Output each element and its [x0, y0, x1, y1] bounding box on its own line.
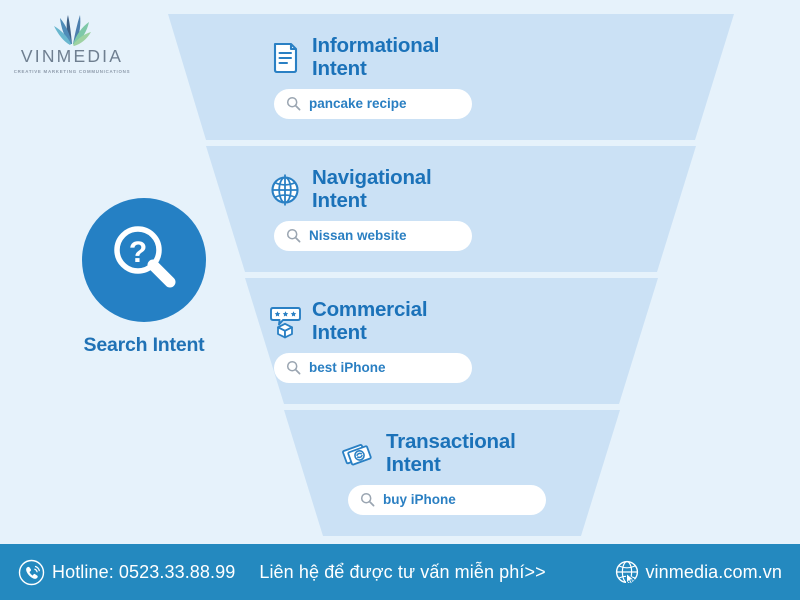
search-query-box[interactable]: pancake recipe — [274, 88, 472, 119]
segment-title: Transactional Intent — [386, 430, 516, 476]
phone-call-icon — [18, 559, 45, 586]
search-query-text: best iPhone — [309, 360, 386, 376]
segment-title: Informational Intent — [312, 34, 440, 80]
search-query-text: buy iPhone — [383, 492, 456, 508]
search-icon — [360, 492, 375, 507]
search-query-box[interactable]: buy iPhone — [348, 484, 546, 515]
box-star-rating-icon — [268, 305, 302, 339]
footer-website[interactable]: vinmedia.com.vn — [614, 559, 782, 586]
magnifier-question-icon: ? — [104, 218, 184, 303]
document-lines-icon — [268, 41, 302, 75]
search-query-text: Nissan website — [309, 228, 407, 244]
website-text: vinmedia.com.vn — [645, 561, 782, 582]
search-query-box[interactable]: best iPhone — [274, 352, 472, 383]
search-query-text: pancake recipe — [309, 96, 407, 112]
globe-icon — [268, 173, 302, 207]
search-icon — [286, 96, 301, 111]
search-intent-circle: ? — [82, 198, 206, 322]
funnel-segment-commercial[interactable]: Commercial Intent best iPhone — [245, 278, 658, 404]
search-query-box[interactable]: Nissan website — [274, 220, 472, 251]
segment-title: Commercial Intent — [312, 298, 428, 344]
svg-text:?: ? — [129, 236, 147, 269]
search-intent-badge: ? Search Intent — [80, 198, 208, 357]
footer-hotline[interactable]: Hotline: 0523.33.88.99 — [18, 559, 235, 586]
segment-title: Navigational Intent — [312, 166, 432, 212]
banknotes-exchange-icon — [342, 437, 376, 471]
funnel-segment-informational[interactable]: Informational Intent pancake recipe — [168, 14, 734, 140]
globe-cursor-icon — [614, 559, 641, 586]
footer-bar: Hotline: 0523.33.88.99 Liên hệ để được t… — [0, 544, 800, 600]
hotline-text: Hotline: 0523.33.88.99 — [52, 561, 236, 582]
search-icon — [286, 228, 301, 243]
search-intent-label: Search Intent — [83, 334, 205, 356]
funnel-segment-navigational[interactable]: Navigational Intent Nissan website — [206, 146, 696, 272]
funnel-segment-transactional[interactable]: Transactional Intent buy iPhone — [284, 410, 620, 536]
footer-cta-link[interactable]: Liên hệ để được tư vấn miễn phí>> — [259, 562, 545, 583]
search-icon — [286, 360, 301, 375]
